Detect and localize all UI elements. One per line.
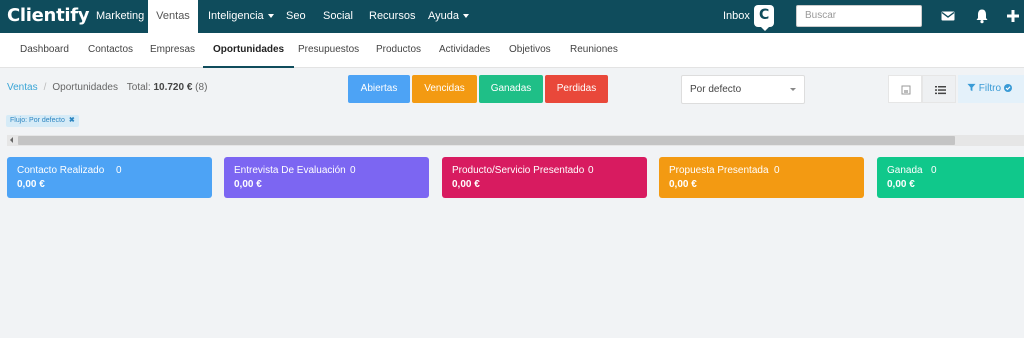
- stage-count: 0: [774, 165, 780, 176]
- topnav-ventas[interactable]: Ventas: [148, 0, 198, 33]
- grid-view-icon: [901, 85, 911, 95]
- topnav-seo[interactable]: Seo: [278, 0, 314, 33]
- plus-icon[interactable]: [1005, 8, 1021, 24]
- topnav-inteligencia[interactable]: Inteligencia: [200, 0, 282, 33]
- breadcrumb-separator: /: [43, 82, 47, 93]
- filter-abiertas-button[interactable]: Abiertas: [348, 75, 410, 103]
- stage-name: Contacto Realizado: [17, 165, 105, 176]
- filter-ganadas-button[interactable]: Ganadas: [479, 75, 543, 103]
- breadcrumb-current: Oportunidades: [52, 82, 118, 93]
- subnav-reuniones[interactable]: Reuniones: [570, 33, 618, 68]
- list-view-icon: [935, 86, 946, 95]
- subnav-actividades[interactable]: Actividades: [439, 33, 490, 68]
- stage-name: Ganada: [887, 165, 923, 176]
- list-view-button[interactable]: [922, 75, 956, 103]
- stage-amount: 0,00 €: [669, 179, 697, 190]
- stage-amount: 0,00 €: [887, 179, 915, 190]
- subnav-productos[interactable]: Productos: [376, 33, 421, 68]
- topnav-recursos-label: Recursos: [369, 10, 416, 22]
- envelope-icon[interactable]: [940, 8, 956, 24]
- chevron-down-icon: [267, 14, 274, 18]
- total-count: (8): [195, 82, 208, 93]
- topnav-social[interactable]: Social: [315, 0, 361, 33]
- topnav-recursos[interactable]: Recursos: [361, 0, 423, 33]
- top-navbar: Clientify Marketing Ventas Inteligencia …: [0, 0, 1024, 33]
- app-logo[interactable]: Clientify: [7, 5, 90, 26]
- stage-column[interactable]: Producto/Servicio Presentado 0 0,00 €: [442, 157, 647, 198]
- subnav-empresas[interactable]: Empresas: [150, 33, 195, 68]
- stage-column[interactable]: Propuesta Presentada 0 0,00 €: [659, 157, 864, 198]
- inbox-badge-letter: C: [759, 7, 770, 23]
- breadcrumb: Ventas / Oportunidades Total: 10.720 € (8): [7, 82, 207, 93]
- total-label: Total:: [126, 82, 151, 93]
- sort-select[interactable]: Por defecto: [681, 75, 805, 104]
- subnav-objetivos[interactable]: Objetivos: [509, 33, 551, 68]
- sort-select-value: Por defecto: [690, 84, 742, 95]
- grid-view-button[interactable]: [888, 75, 922, 103]
- topnav-ayuda-label: Ayuda: [428, 10, 459, 22]
- topnav-marketing-label: Marketing: [96, 10, 145, 22]
- breadcrumb-ventas-link[interactable]: Ventas: [7, 82, 38, 93]
- stage-column[interactable]: Ganada 0 0,00 €: [877, 157, 1024, 198]
- filter-button[interactable]: Filtro: [958, 75, 1024, 103]
- filter-vencidas-button[interactable]: Vencidas: [412, 75, 477, 103]
- inbox-badge-icon[interactable]: C: [754, 5, 774, 31]
- scroll-left-arrow-icon[interactable]: [10, 137, 13, 143]
- stage-name: Propuesta Presentada: [669, 165, 769, 176]
- stage-name: Entrevista De Evaluación: [234, 165, 346, 176]
- topnav-marketing[interactable]: Marketing: [86, 0, 154, 33]
- flow-filter-tag: Flujo: Por defecto ✖: [6, 115, 79, 127]
- filter-perdidas-button[interactable]: Perdidas: [545, 75, 608, 103]
- stage-count: 0: [116, 165, 122, 176]
- subnav-oportunidades[interactable]: Oportunidades: [203, 33, 295, 68]
- stage-column[interactable]: Contacto Realizado 0 0,00 €: [7, 157, 212, 198]
- flow-tag-label: Flujo: Por defecto: [10, 117, 65, 124]
- subnav-contactos[interactable]: Contactos: [88, 33, 133, 68]
- topnav-ventas-label: Ventas: [156, 10, 190, 22]
- sub-navbar: Dashboard Contactos Empresas Oportunidad…: [0, 33, 1024, 68]
- stage-count: 0: [350, 165, 356, 176]
- topnav-inteligencia-label: Inteligencia: [208, 10, 264, 22]
- stage-count: 0: [931, 165, 937, 176]
- subnav-presupuestos[interactable]: Presupuestos: [298, 33, 359, 68]
- topnav-social-label: Social: [323, 10, 353, 22]
- stage-count: 0: [588, 165, 594, 176]
- stage-name: Producto/Servicio Presentado: [452, 165, 585, 176]
- chevron-down-icon: [790, 88, 796, 91]
- bell-icon[interactable]: [974, 8, 990, 24]
- stage-column[interactable]: Entrevista De Evaluación 0 0,00 €: [224, 157, 429, 198]
- funnel-icon: [967, 83, 976, 92]
- check-circle-icon: [1003, 84, 1012, 92]
- topnav-seo-label: Seo: [286, 10, 306, 22]
- stage-amount: 0,00 €: [452, 179, 480, 190]
- total-value: 10.720 €: [153, 82, 193, 93]
- stage-amount: 0,00 €: [234, 179, 262, 190]
- close-icon[interactable]: ✖: [69, 117, 75, 124]
- scrollbar-thumb[interactable]: [18, 136, 955, 145]
- topnav-ayuda[interactable]: Ayuda: [420, 0, 477, 33]
- filter-button-label: Filtro: [978, 83, 1002, 94]
- inbox-link[interactable]: Inbox: [723, 0, 750, 33]
- stage-amount: 0,00 €: [17, 179, 45, 190]
- chevron-down-icon: [463, 14, 469, 18]
- subnav-dashboard[interactable]: Dashboard: [20, 33, 69, 68]
- search-input[interactable]: Buscar: [796, 5, 922, 27]
